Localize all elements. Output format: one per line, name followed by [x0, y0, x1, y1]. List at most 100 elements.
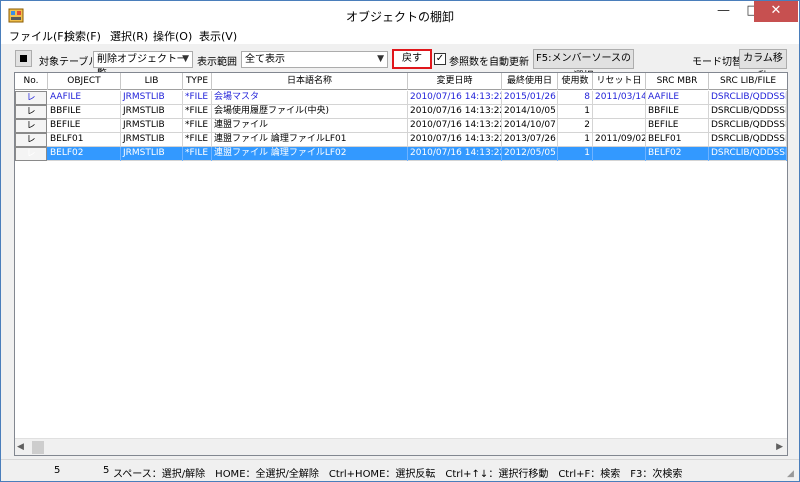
cell-src-mbr: BELF01 — [646, 133, 709, 147]
cell-count: 2 — [558, 119, 593, 133]
cell-src-lib: DSRCLIB/QDDSSRC — [709, 133, 787, 147]
cell-lib: JRMSTLIB — [121, 119, 183, 133]
cell-object: BEFILE — [48, 119, 121, 133]
cell-name: 連盟ファイル — [212, 119, 408, 133]
cell-src-mbr: AAFILE — [646, 91, 709, 105]
cell-type: *FILE — [183, 105, 212, 119]
target-table-label: 対象テーブル — [39, 57, 99, 68]
column-header-name[interactable]: 日本語名称 — [212, 73, 408, 90]
member-source-button[interactable]: F5:メンバーソースの選択 — [533, 49, 634, 82]
selected-count: 5 — [103, 465, 110, 476]
column-header-count[interactable]: 使用数 — [558, 73, 593, 90]
close-button[interactable]: ✕ — [754, 1, 798, 22]
cell-lib: JRMSTLIB — [121, 147, 183, 161]
cell-lib: JRMSTLIB — [121, 91, 183, 105]
table-row[interactable]: レ BBFILE JRMSTLIB *FILE 会場使用履歴ファイル(中央) 2010/0… — [15, 105, 787, 119]
cell-src-lib: DSRCLIB/QDDSSRC — [709, 147, 787, 161]
status-bar: 5 5 スペース：選択/解除 HOME：全選択/全解除 Ctrl+HOME：選択… — [1, 459, 799, 481]
row-select-button[interactable]: レ — [15, 105, 47, 119]
scroll-left-icon[interactable]: ◀ — [17, 442, 24, 452]
cell-reset — [593, 105, 646, 119]
target-table-select[interactable]: 削除オブジェクト一覧 ▼ — [93, 51, 193, 80]
resize-grip-icon[interactable]: ◢ — [787, 469, 797, 479]
cell-last-used: 2012/05/05 — [502, 147, 558, 161]
cell-src-lib: DSRCLIB/QDDSSRC — [709, 119, 787, 133]
column-header-changed[interactable]: 変更日時 — [408, 73, 502, 90]
title-bar: オブジェクトの棚卸 — □ ✕ — [1, 1, 799, 30]
table-row[interactable]: レ BELF01 JRMSTLIB *FILE 連盟ファイル 論理ファイルLF01 201… — [15, 133, 787, 147]
cell-name: 会場使用履歴ファイル(中央) — [212, 105, 408, 119]
column-header-reset[interactable]: リセット日 — [593, 73, 646, 90]
table-row[interactable]: レ BELF02 JRMSTLIB *FILE 連盟ファイル 論理ファイルLF02 201… — [15, 147, 787, 161]
cell-type: *FILE — [183, 91, 212, 105]
keyboard-hint: スペース：選択/解除 HOME：全選択/全解除 Ctrl+HOME：選択反転 C… — [113, 469, 683, 480]
cell-object: AAFILE — [48, 91, 121, 105]
menu-bar: ファイル(F) 検索(F) 選択(R) 操作(O) 表示(V) — [1, 30, 799, 44]
auto-update-label: 参照数を自動更新 — [449, 57, 529, 68]
cell-name: 会場マスタ — [212, 91, 408, 105]
display-range-value: 全て表示 — [245, 54, 285, 65]
toolbar: 対象テーブル 削除オブジェクト一覧 ▼ 表示範囲 全て表示 ▼ 戻す ✓ 参照数… — [1, 44, 799, 82]
chevron-down-icon: ▼ — [377, 54, 384, 64]
column-header-type[interactable]: TYPE — [183, 73, 212, 90]
row-select-button[interactable]: レ — [15, 133, 47, 147]
menu-file[interactable]: ファイル(F) — [9, 30, 68, 44]
cell-last-used: 2014/10/05 — [502, 105, 558, 119]
scroll-thumb[interactable] — [32, 441, 44, 454]
cell-type: *FILE — [183, 133, 212, 147]
cell-reset: 2011/09/02 — [593, 133, 646, 147]
cell-last-used: 2015/01/26 — [502, 91, 558, 105]
horizontal-scrollbar[interactable]: ◀ ▶ — [15, 438, 787, 455]
cell-type: *FILE — [183, 119, 212, 133]
display-range-select[interactable]: 全て表示 ▼ — [241, 51, 388, 68]
cell-object: BBFILE — [48, 105, 121, 119]
column-header-lib[interactable]: LIB — [121, 73, 183, 90]
cell-count: 1 — [558, 147, 593, 161]
cell-changed: 2010/07/16 14:13:22 — [408, 119, 502, 133]
table-header: No. OBJECT LIB TYPE 日本語名称 変更日時 最終使用日 使用数… — [15, 73, 787, 90]
stop-button[interactable] — [15, 50, 32, 67]
column-header-no[interactable]: No. — [15, 73, 48, 90]
back-button[interactable]: 戻す — [392, 49, 432, 69]
cell-changed: 2010/07/16 14:13:22 — [408, 105, 502, 119]
table-row[interactable]: レ BEFILE JRMSTLIB *FILE 連盟ファイル 2010/07/16 14:… — [15, 119, 787, 133]
cell-changed: 2010/07/16 14:13:22 — [408, 133, 502, 147]
cell-type: *FILE — [183, 147, 212, 161]
column-header-src-mbr[interactable]: SRC MBR — [646, 73, 709, 90]
cell-last-used: 2014/10/07 — [502, 119, 558, 133]
cell-src-mbr: BBFILE — [646, 105, 709, 119]
cell-name: 連盟ファイル 論理ファイルLF02 — [212, 147, 408, 161]
cell-src-lib: DSRCLIB/QDDSSRC — [709, 105, 787, 119]
cell-object: BELF02 — [48, 147, 121, 161]
cell-count: 1 — [558, 105, 593, 119]
menu-select[interactable]: 選択(R) — [110, 30, 148, 44]
auto-update-checkbox[interactable]: ✓ — [434, 53, 446, 65]
menu-search[interactable]: 検索(F) — [64, 30, 101, 44]
menu-operation[interactable]: 操作(O) — [153, 30, 192, 44]
minimize-button[interactable]: — — [709, 1, 738, 22]
cell-changed: 2010/07/16 14:13:22 — [408, 147, 502, 161]
cell-src-mbr: BELF02 — [646, 147, 709, 161]
column-header-object[interactable]: OBJECT — [48, 73, 121, 90]
column-move-button[interactable]: カラム移動 — [739, 49, 787, 82]
mode-switch-label[interactable]: モード切替 — [692, 53, 742, 68]
object-table[interactable]: No. OBJECT LIB TYPE 日本語名称 変更日時 最終使用日 使用数… — [14, 72, 788, 456]
main-window: オブジェクトの棚卸 — □ ✕ ファイル(F) 検索(F) 選択(R) 操作(O… — [0, 0, 800, 482]
cell-count: 1 — [558, 133, 593, 147]
row-select-button[interactable]: レ — [15, 147, 47, 161]
cell-src-lib: DSRCLIB/QDDSSRC — [709, 91, 787, 105]
column-header-src-lib[interactable]: SRC LIB/FILE — [709, 73, 787, 90]
cell-reset — [593, 147, 646, 161]
chevron-down-icon: ▼ — [182, 54, 189, 64]
menu-view[interactable]: 表示(V) — [199, 30, 237, 44]
cell-lib: JRMSTLIB — [121, 133, 183, 147]
column-header-last-used[interactable]: 最終使用日 — [502, 73, 558, 90]
cell-lib: JRMSTLIB — [121, 105, 183, 119]
row-select-button[interactable]: レ — [15, 91, 47, 105]
row-select-button[interactable]: レ — [15, 119, 47, 133]
table-row[interactable]: レ AAFILE JRMSTLIB *FILE 会場マスタ 2010/07/16 14:1… — [15, 91, 787, 105]
cell-reset — [593, 119, 646, 133]
display-range-label: 表示範囲 — [197, 57, 237, 68]
scroll-right-icon[interactable]: ▶ — [776, 442, 783, 452]
cell-reset: 2011/03/14 — [593, 91, 646, 105]
